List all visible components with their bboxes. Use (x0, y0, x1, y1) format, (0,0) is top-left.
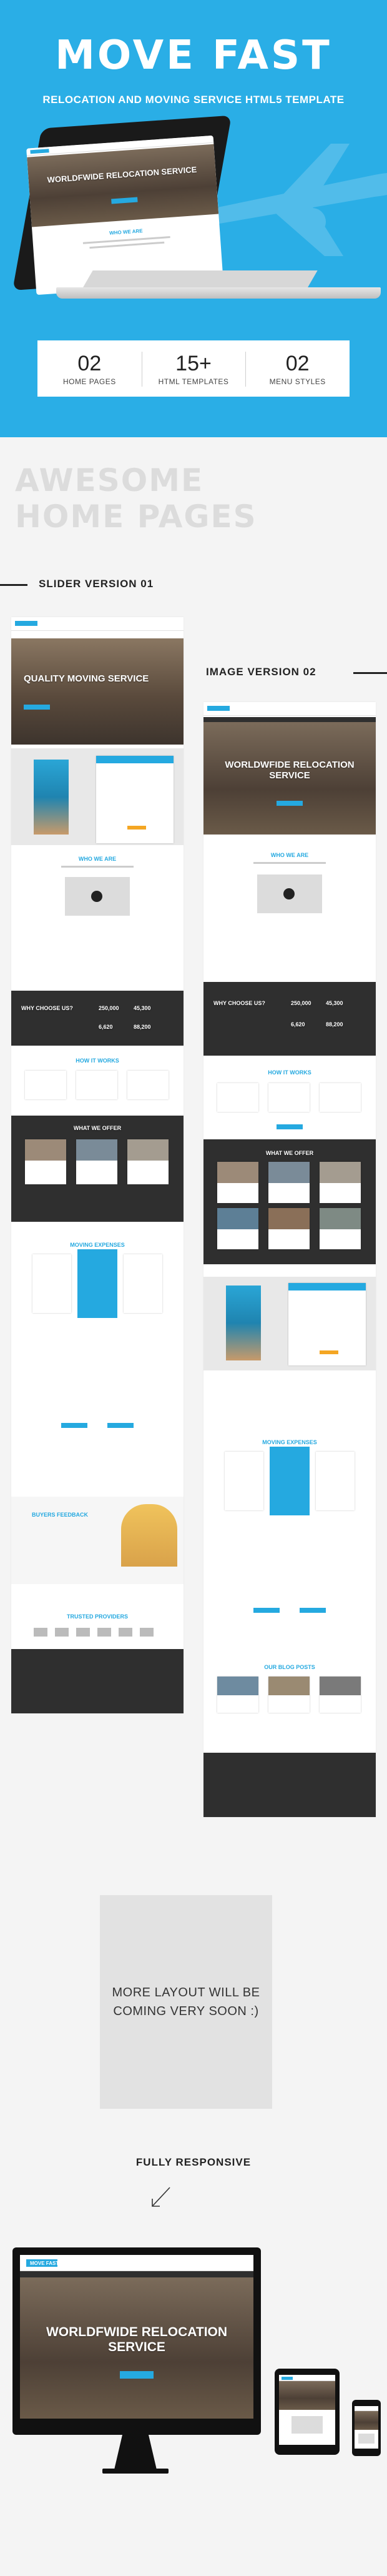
counter: 6,620 (291, 1021, 305, 1028)
monitor-screen: MOVE FAST WORLDFWIDE RELOCATION SERVICE (20, 2255, 253, 2419)
awesome-line-2: HOME PAGES (15, 498, 257, 535)
slider-section-title: HOW IT WORKS (76, 1058, 119, 1064)
monitor-heading: WORLDFWIDE RELOCATION SERVICE (46, 2325, 228, 2354)
slider-version-label: SLIDER VERSION 01 (39, 578, 154, 590)
stat-number: 02 (285, 351, 310, 375)
counter: 88,200 (326, 1021, 343, 1028)
laptop-mockup: WORLDFWIDE RELOCATION SERVICE WHO WE ARE (12, 115, 381, 309)
image-section-title: MOVING EXPENSES (262, 1439, 317, 1445)
stats-box: 02 HOME PAGES 15+ HTML TEMPLATES 02 MENU… (37, 340, 350, 397)
stat-menu-styles: 02 MENU STYLES (245, 351, 350, 387)
stat-label: HOME PAGES (62, 377, 116, 386)
counter: 45,300 (134, 1005, 151, 1011)
slider-section-title: TRUSTED PROVIDERS (66, 1613, 128, 1620)
slider-hero-text: QUALITY MOVING SERVICE (24, 673, 149, 684)
counter: 250,000 (291, 1000, 311, 1006)
stat-label: HTML TEMPLATES (158, 377, 229, 386)
tablet-device (275, 2369, 340, 2455)
image-section-title: WHO WE ARE (270, 852, 309, 858)
awesome-heading: AWESOME HOME PAGES (15, 462, 257, 535)
monitor-stand (114, 2435, 157, 2472)
image-hero-text: WORLDWFIDE RELOCATION SERVICE (225, 760, 355, 781)
stat-label: MENU STYLES (269, 377, 326, 386)
divider-rule (0, 584, 27, 586)
counter: 250,000 (99, 1005, 119, 1011)
counter: 88,200 (134, 1024, 151, 1030)
slider-section-title: MOVING EXPENSES (70, 1242, 125, 1248)
image-version-preview[interactable]: WORLDWFIDE RELOCATION SERVICE WHO WE ARE… (203, 702, 376, 1817)
slider-section-title: WHY CHOOSE US? (21, 1005, 73, 1011)
stat-home-pages: 02 HOME PAGES (37, 352, 142, 386)
counter: 6,620 (99, 1024, 113, 1030)
divider-rule (353, 672, 387, 674)
image-section-title: HOW IT WORKS (268, 1069, 311, 1076)
slider-section-title: WHAT WE OFFER (73, 1125, 122, 1131)
counter: 45,300 (326, 1000, 343, 1006)
monitor-stand-base (102, 2469, 169, 2474)
image-section-title: WHY CHOOSE US? (213, 1000, 265, 1006)
desktop-monitor: MOVE FAST WORLDFWIDE RELOCATION SERVICE (12, 2247, 261, 2435)
stat-number: 02 (77, 351, 102, 375)
stat-html-templates: 15+ HTML TEMPLATES (141, 351, 246, 387)
hero-subtitle: RELOCATION AND MOVING SERVICE HTML5 TEMP… (42, 94, 345, 106)
hero-title: MOVE FAST (55, 32, 332, 79)
phone-screen (355, 2406, 378, 2449)
slider-version-preview[interactable]: QUALITY MOVING SERVICE WHO WE ARE WHY CH… (11, 617, 184, 1713)
coming-line-1: MORE LAYOUT WILL BE (112, 1986, 260, 1999)
laptop-base (56, 287, 381, 299)
monitor-brand: MOVE FAST (30, 2261, 59, 2266)
image-version-label: IMAGE VERSION 02 (206, 666, 316, 678)
image-section-title: WHAT WE OFFER (265, 1150, 314, 1156)
phone-device (352, 2400, 381, 2456)
laptop-keyboard (82, 270, 318, 289)
coming-line-2: COMING VERY SOON :) (113, 2004, 259, 2018)
tablet-screen (279, 2375, 335, 2445)
fully-responsive-label: FULLY RESPONSIVE (135, 2156, 252, 2168)
awesome-line-1: AWESOME (15, 462, 204, 498)
stat-number: 15+ (175, 351, 212, 375)
arrow-down-left-icon (152, 2187, 170, 2207)
laptop-screen-sub: WHO WE ARE (109, 228, 143, 236)
coming-soon-box: MORE LAYOUT WILL BE COMING VERY SOON :) (100, 1895, 272, 2109)
image-section-title: OUR BLOG POSTS (264, 1664, 315, 1670)
slider-section-title: WHO WE ARE (78, 856, 117, 862)
